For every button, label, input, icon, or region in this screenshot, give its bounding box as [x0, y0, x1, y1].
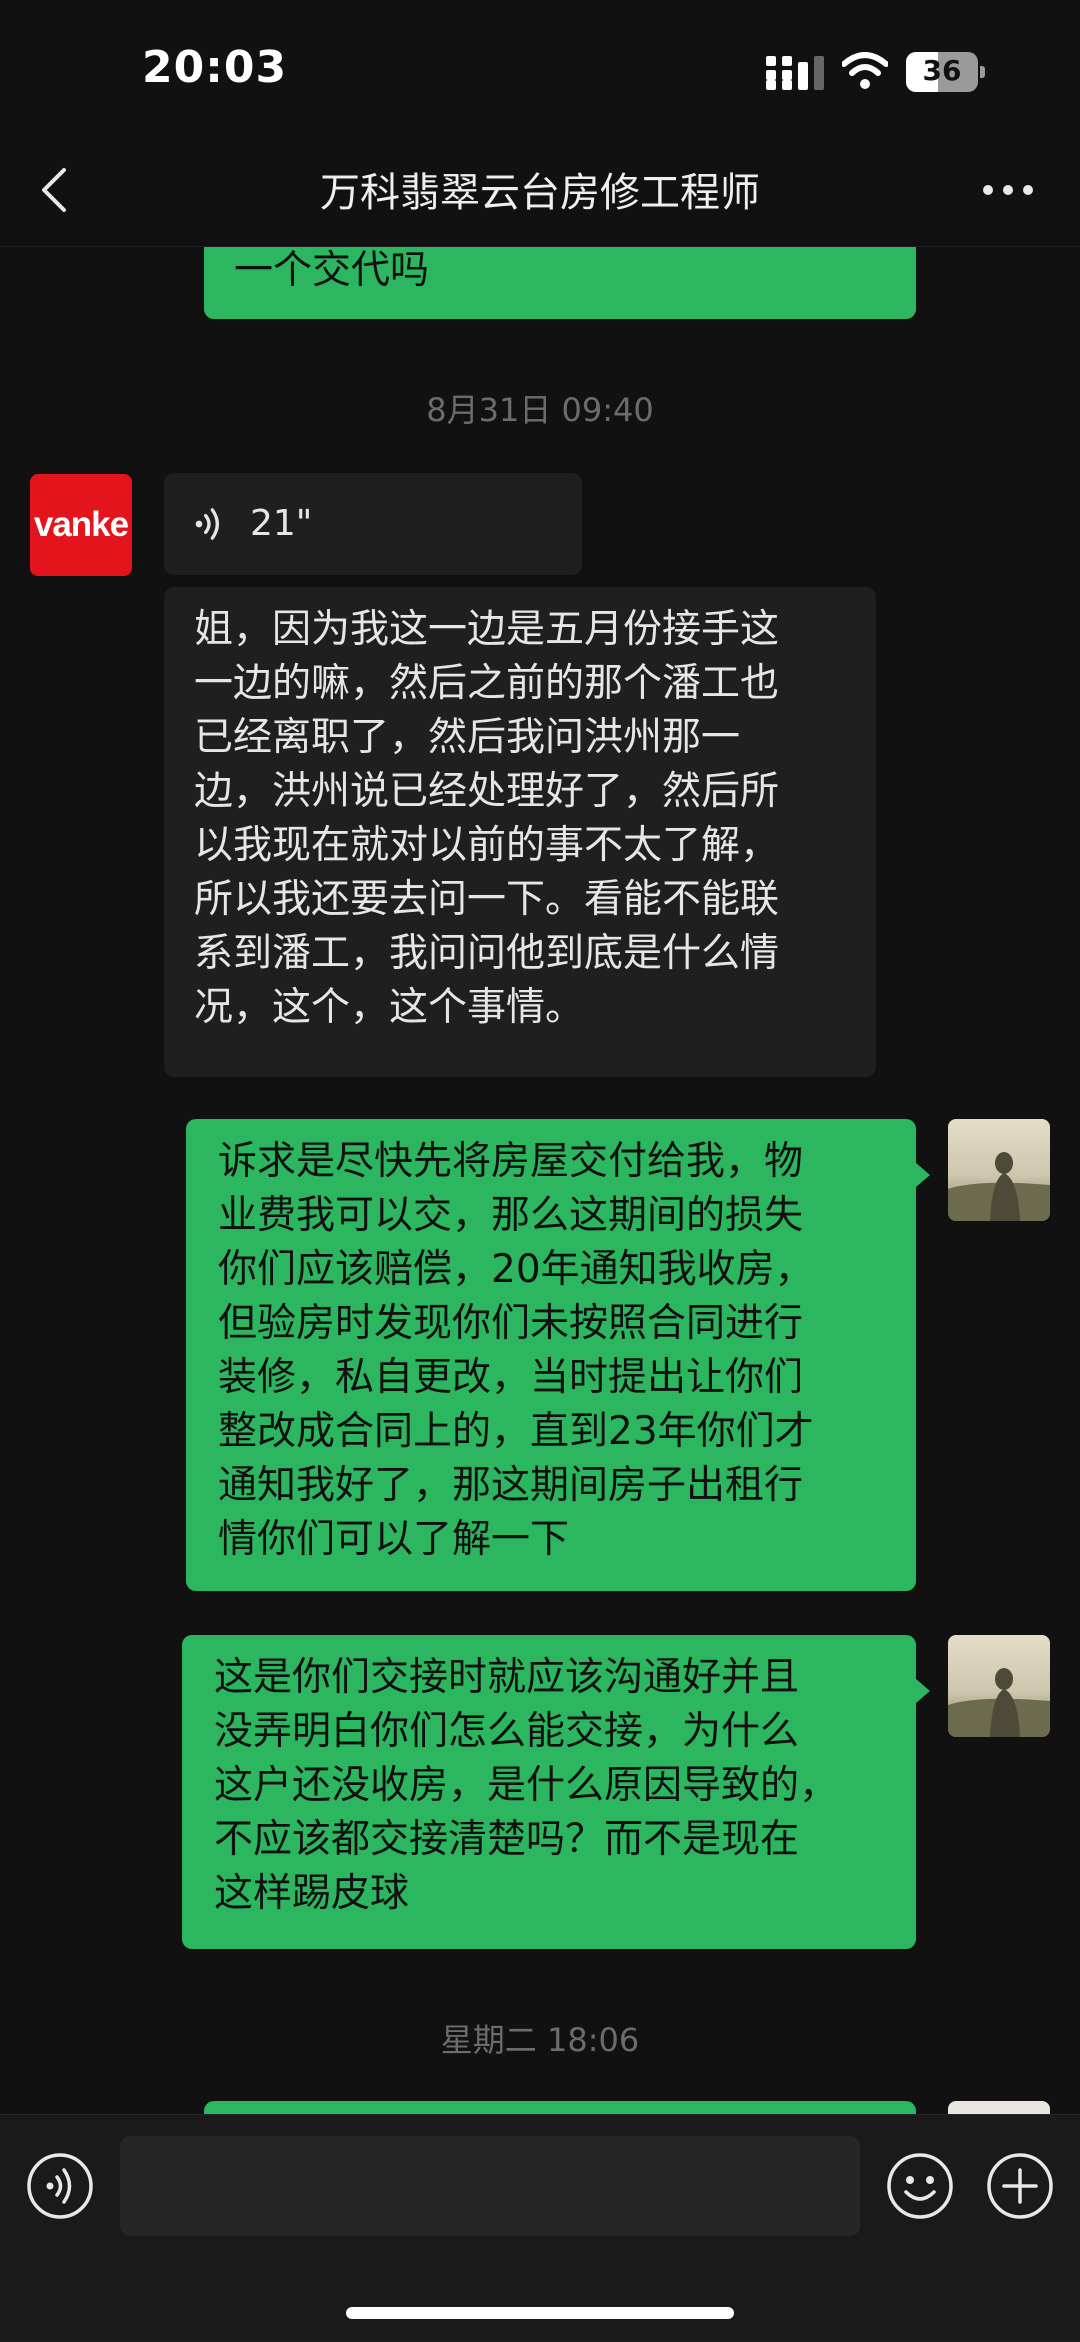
message-line: 已经离职了，然后我问洪州那一 [194, 715, 741, 760]
message-text: 一个交代吗 [234, 248, 430, 293]
message-line: 整改成合同上的，直到23年你们才 [218, 1409, 814, 1454]
message-bubble[interactable]: 诉求是尽快先将房屋交付给我，物 业费我可以交，那么这期间的损失 你们应该赔偿，2… [186, 1119, 930, 1591]
message-bubble[interactable]: 一个交代吗 [204, 247, 916, 319]
message-line: 诉求是尽快先将房屋交付给我，物 [218, 1139, 804, 1184]
user-avatar[interactable] [948, 1119, 1050, 1221]
message-line: 装修，私自更改，当时提出让你们 [218, 1355, 804, 1400]
home-indicator [346, 2307, 734, 2319]
chat-area[interactable]: 一个交代吗 8月31日 09:40 21" 姐，因为我这一边是五月份接手这 一边… [0, 247, 1080, 2114]
user-avatar[interactable] [948, 1635, 1050, 1737]
message-line: 这是你们交接时就应该沟通好并且 [214, 1655, 800, 1700]
status-time: 20:03 [142, 42, 288, 93]
message-line: 况，这个，这个事情。 [194, 985, 585, 1030]
message-line: 系到潘工，我问问他到底是什么情 [194, 931, 780, 976]
message-line: 边，洪州说已经处理好了，然后所 [194, 769, 780, 814]
message-line: 以我现在就对以前的事不太了解， [194, 823, 780, 868]
message-line: 所以我还要去问一下。看能不能联 [194, 877, 780, 922]
user-avatar[interactable] [948, 2101, 1050, 2114]
message-input[interactable] [120, 2136, 860, 2236]
voice-message-bubble[interactable]: 21" [164, 473, 582, 575]
voice-input-icon[interactable] [26, 2152, 94, 2220]
message-line: 没弄明白你们怎么能交接，为什么 [214, 1709, 800, 1754]
message-bubble[interactable]: 姐，因为我这一边是五月份接手这 一边的嘛，然后之前的那个潘工也 已经离职了，然后… [164, 587, 876, 1077]
timestamp: 星期二 18:06 [440, 2021, 640, 2059]
chat-title: 万科翡翠云台房修工程师 [320, 170, 760, 216]
message-line: 一边的嘛，然后之前的那个潘工也 [194, 661, 780, 706]
plus-icon[interactable] [986, 2152, 1054, 2220]
message-line: 姐，因为我这一边是五月份接手这 [194, 607, 780, 652]
message-line: 这户还没收房，是什么原因导致的， [214, 1763, 839, 1808]
message-line: 通知我好了，那这期间房子出租行 [218, 1463, 804, 1508]
message-line: 不应该都交接清楚吗？而不是现在 [214, 1817, 800, 1862]
battery-icon: 36 [906, 52, 985, 92]
message-line: 但验房时发现你们未按照合同进行 [218, 1301, 804, 1346]
message-bubble[interactable] [204, 2101, 916, 2114]
emoji-icon[interactable] [886, 2152, 954, 2220]
timestamp: 8月31日 09:40 [426, 391, 654, 429]
battery-level: 36 [922, 54, 962, 87]
voice-duration: 21" [250, 503, 313, 544]
message-line: 这样踢皮球 [214, 1871, 410, 1916]
message-line: 情你们可以了解一下 [218, 1517, 570, 1562]
message-bubble[interactable]: 这是你们交接时就应该沟通好并且 没弄明白你们怎么能交接，为什么 这户还没收房，是… [182, 1635, 930, 1949]
voice-icon [195, 508, 219, 540]
message-line: 业费我可以交，那么这期间的损失 [218, 1193, 804, 1238]
back-icon[interactable] [38, 166, 72, 214]
message-line: 你们应该赔偿，20年通知我收房， [218, 1247, 814, 1292]
wifi-icon [842, 52, 888, 89]
signal-icon [766, 56, 824, 90]
contact-avatar[interactable]: vanke [30, 474, 132, 576]
more-icon[interactable] [980, 180, 1036, 200]
